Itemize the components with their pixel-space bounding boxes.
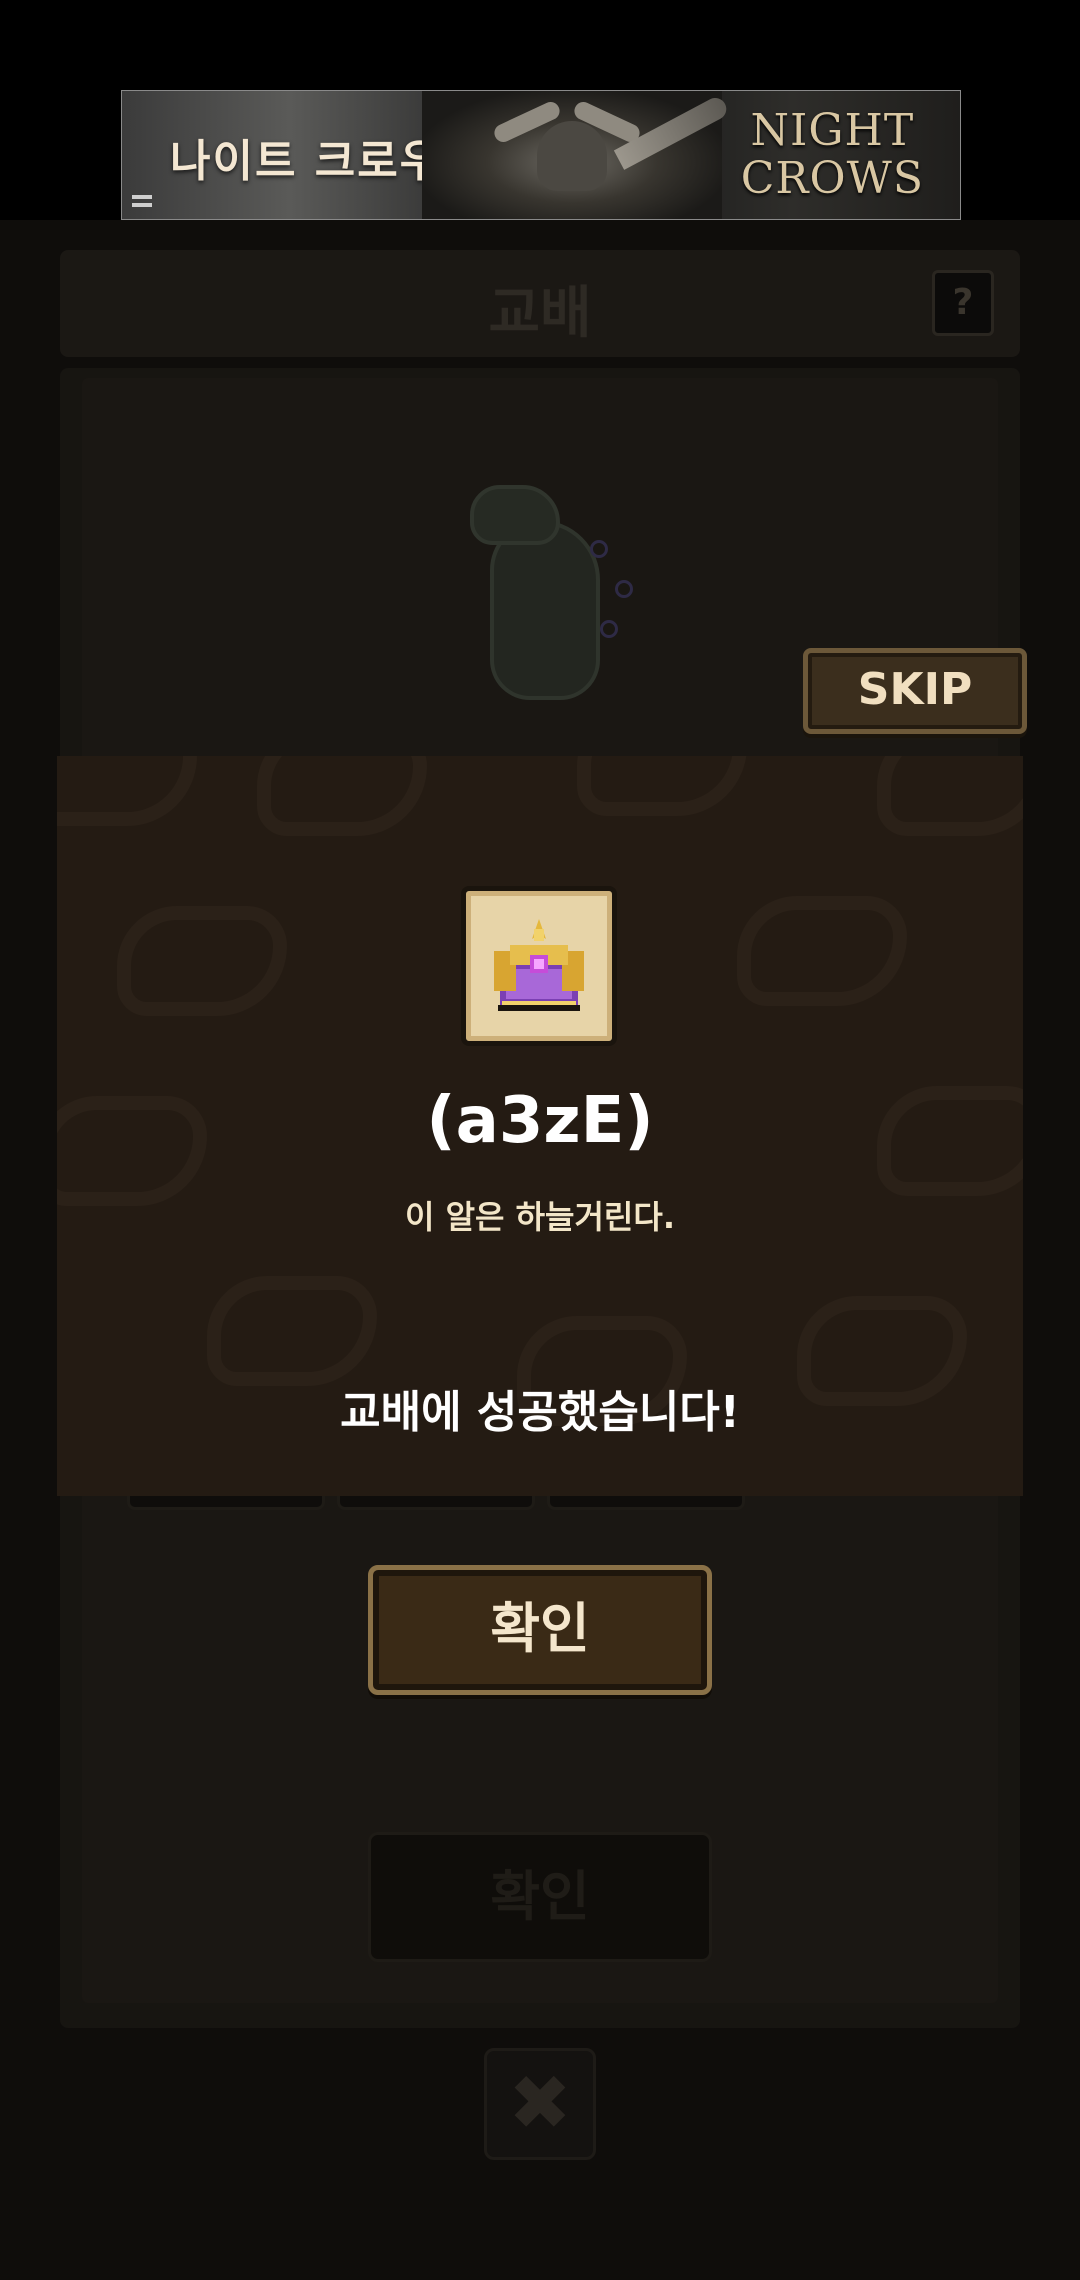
confirm-button[interactable]: 확인 [368,1565,712,1695]
close-button[interactable]: ✖ [484,2048,596,2160]
dragon-sprite [450,480,650,720]
help-button[interactable]: ? [932,270,994,336]
ad-menu-icon[interactable] [132,195,152,211]
ad-knight-illustration [422,91,731,219]
ad-banner[interactable]: 나이트 크로우 NIGHT CROWS [121,90,961,220]
crown-icon [494,919,584,1011]
confirm-button-disabled: 확인 [368,1832,712,1962]
breeding-result-modal: (a3zE) 이 알은 하늘거린다. 교배에 성공했습니다! [57,756,1023,1496]
item-description: 이 알은 하늘거린다. [405,1198,675,1236]
skip-button[interactable]: SKIP [803,648,1027,734]
ad-logo-line2: CROWS [740,153,924,204]
header-panel: 교배 ? [60,250,1020,357]
ad-logo-line1: NIGHT [750,105,915,156]
item-name: (a3zE) [426,1084,654,1158]
item-frame [461,886,617,1046]
result-message: 교배에 성공했습니다! [340,1387,740,1438]
ad-title-korean: 나이트 크로우 [170,136,443,187]
ad-logo: NIGHT CROWS [741,107,924,203]
page-title: 교배 [488,281,592,346]
